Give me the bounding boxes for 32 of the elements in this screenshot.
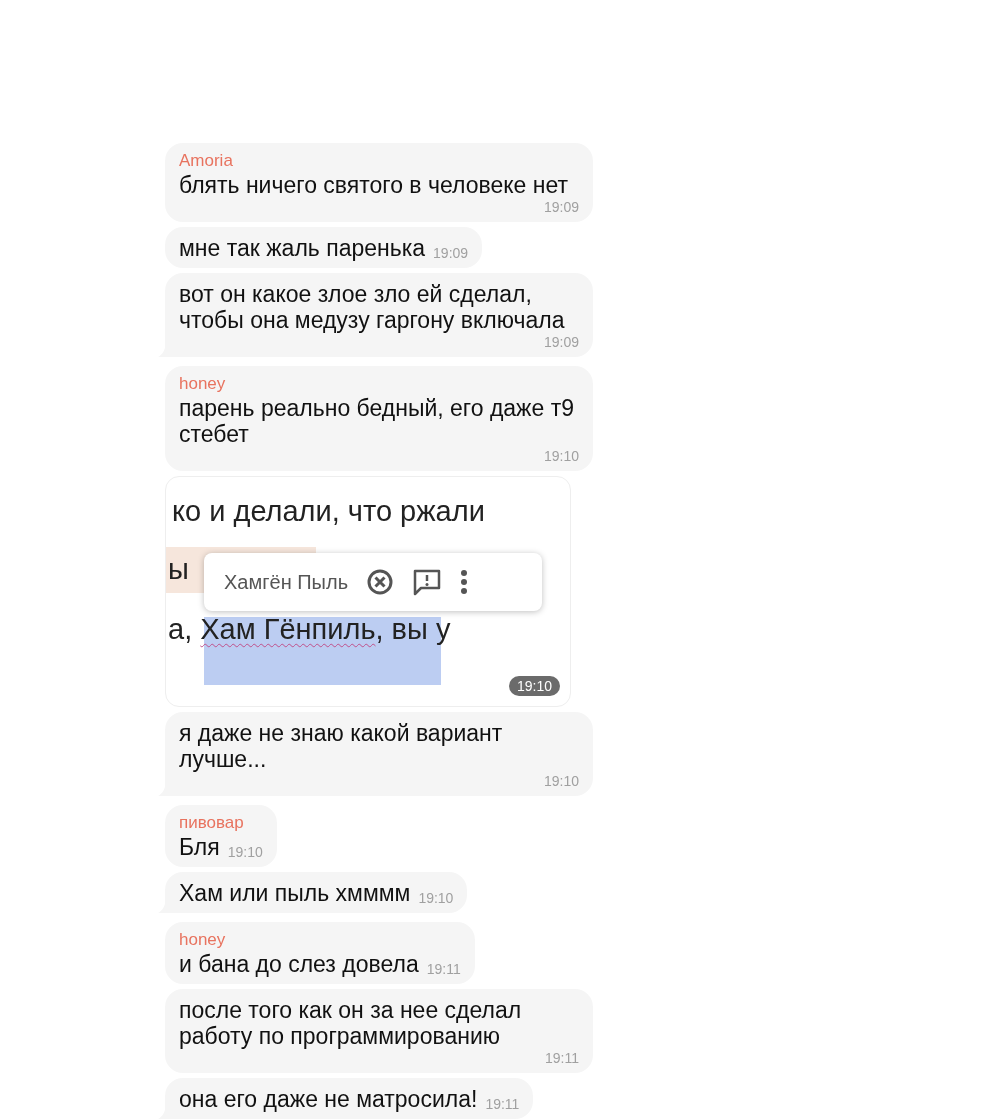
message-time: 19:11 [485, 1096, 520, 1112]
message-time: 19:10 [508, 676, 560, 696]
document-text: ко и делали, что ржали [172, 494, 485, 529]
feedback-icon[interactable] [412, 568, 443, 596]
document-text: ы [168, 552, 189, 587]
sender-name: пивовар [179, 812, 245, 833]
message-time: 19:09 [433, 245, 469, 261]
suggestion-text[interactable]: Хамгён Пыль [224, 567, 349, 597]
message-time: 19:09 [543, 199, 579, 215]
sender-name: honey [179, 373, 227, 394]
message-text: Бля [179, 833, 220, 861]
message-text: парень реально бедный, его даже т9 стебет [179, 394, 575, 448]
close-icon[interactable] [366, 568, 395, 596]
message-text: блять ничего святого в человеке нет [179, 171, 568, 199]
message-time: 19:09 [543, 334, 579, 350]
message-time: 19:11 [426, 961, 461, 977]
message-text: мне так жаль паренька [179, 234, 426, 262]
message-time: 19:10 [543, 448, 579, 464]
message-text: Хам или пыль хмммм [179, 879, 411, 907]
more-icon[interactable] [460, 569, 469, 595]
message-text: я даже не знаю какой вариант лучше... [179, 719, 504, 773]
message-time: 19:10 [418, 890, 454, 906]
message-text: и бана до слез довела [179, 950, 419, 978]
message-time: 19:10 [543, 773, 579, 789]
message-time: 19:11 [545, 1050, 579, 1066]
message-text: вот он какое злое зло ей сделал, чтобы она медузу гаргону включала [179, 280, 566, 334]
document-text: а, Хам Гёнпиль, вы у [168, 612, 451, 647]
sender-name: honey [179, 929, 227, 950]
message-time: 19:10 [227, 844, 263, 860]
message-text: она его даже не матросила! [179, 1085, 478, 1113]
message-text: после того как он за нее сделал работу по программированию [179, 996, 523, 1050]
sender-name: Amoria [179, 150, 234, 171]
